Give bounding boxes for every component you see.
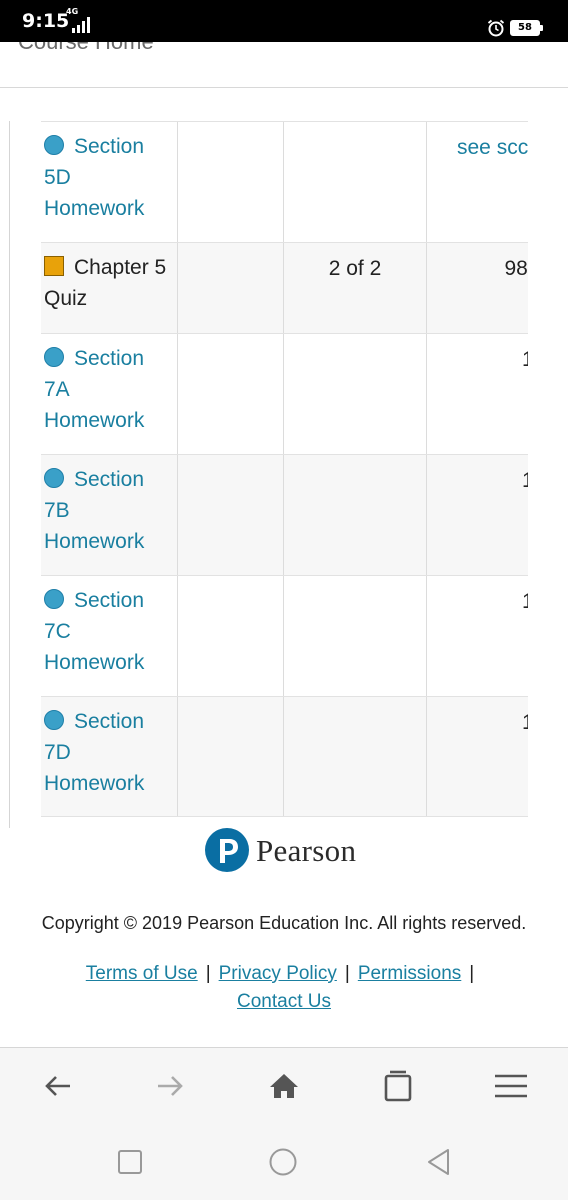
terms-link[interactable]: Terms of Use <box>86 963 198 984</box>
score-cell: 100 <box>521 348 528 371</box>
homework-circle-icon <box>44 347 64 367</box>
contact-link[interactable]: Contact Us <box>237 991 331 1012</box>
back-icon[interactable] <box>42 1070 74 1102</box>
link-separator: | <box>344 963 350 984</box>
column-divider <box>283 334 284 454</box>
status-time: 9:15 <box>22 10 70 32</box>
permissions-link[interactable]: Permissions <box>358 963 461 984</box>
column-divider <box>283 455 284 575</box>
footer-links: Terms of Use | Privacy Policy | Permissions |… <box>30 960 538 1016</box>
battery-tip <box>540 25 543 31</box>
column-divider <box>177 697 178 816</box>
score-cell: 100 <box>521 711 528 734</box>
table-row: Section 7A Homework 100 <box>41 333 528 454</box>
table-body: Section 5D Homework see scc Chapter 5 Quiz… <box>41 121 528 829</box>
link-separator: | <box>205 963 211 984</box>
homework-circle-icon <box>44 468 64 488</box>
privacy-link[interactable]: Privacy Policy <box>219 963 337 984</box>
recents-icon[interactable] <box>115 1147 145 1177</box>
table-row: Section 7B Homework 100 <box>41 454 528 575</box>
signal-icon <box>72 17 90 33</box>
assignment-name[interactable]: Section 7C Homework <box>44 585 174 678</box>
column-divider <box>177 243 178 333</box>
column-divider <box>283 576 284 696</box>
copyright-text: Copyright © 2019 Pearson Education Inc. … <box>41 913 527 933</box>
network-type: 4G <box>66 7 79 16</box>
status-bar: 9:15 4G 58 <box>0 0 568 42</box>
score-cell: 100 <box>521 469 528 492</box>
table-row: Section 5D Homework see scc <box>41 121 528 242</box>
assignment-name[interactable]: Section 7A Homework <box>44 343 174 436</box>
forward-icon[interactable] <box>154 1070 186 1102</box>
column-divider <box>283 122 284 242</box>
page-title[interactable]: Course Home <box>18 42 154 55</box>
score-cell: 100 <box>521 590 528 613</box>
table-row: Section 7D Homework 100 <box>41 696 528 817</box>
assignments-table: Section 5D Homework see scc Chapter 5 Quiz… <box>0 88 568 828</box>
pearson-brand: Pearson <box>256 833 357 868</box>
assignment-name[interactable]: Section 5D Homework <box>44 131 174 224</box>
column-divider <box>177 576 178 696</box>
homework-circle-icon <box>44 710 64 730</box>
column-divider <box>177 455 178 575</box>
attempts-cell: 2 of 2 <box>328 257 382 280</box>
table-row: Section 7C Homework 100 <box>41 575 528 696</box>
score-cell: 98.75 <box>504 257 528 280</box>
assignment-name[interactable]: Chapter 5 Quiz <box>44 252 174 314</box>
alarm-icon <box>487 19 505 37</box>
homework-circle-icon <box>44 589 64 609</box>
tabs-icon[interactable] <box>382 1070 414 1102</box>
assignment-name[interactable]: Section 7D Homework <box>44 706 174 799</box>
table-left-border <box>9 121 10 828</box>
pearson-logo-icon <box>205 828 249 872</box>
menu-icon[interactable] <box>495 1070 527 1102</box>
home-circle-icon[interactable] <box>268 1147 298 1177</box>
browser-toolbar <box>0 1047 568 1127</box>
page-header: Course Home <box>0 42 568 88</box>
column-divider <box>177 334 178 454</box>
see-score-link[interactable]: see scc <box>427 136 528 160</box>
table-row: Chapter 5 Quiz 2 of 2 98.75 <box>41 242 528 333</box>
home-icon[interactable] <box>268 1070 300 1102</box>
battery-icon: 58 <box>510 20 540 36</box>
quiz-square-icon <box>44 256 64 276</box>
column-divider <box>283 697 284 816</box>
homework-circle-icon <box>44 135 64 155</box>
system-nav-bar <box>0 1127 568 1200</box>
link-separator: | <box>469 963 475 984</box>
assignment-name[interactable]: Section 7B Homework <box>44 464 174 557</box>
back-triangle-icon[interactable] <box>424 1147 454 1177</box>
column-divider <box>177 122 178 242</box>
